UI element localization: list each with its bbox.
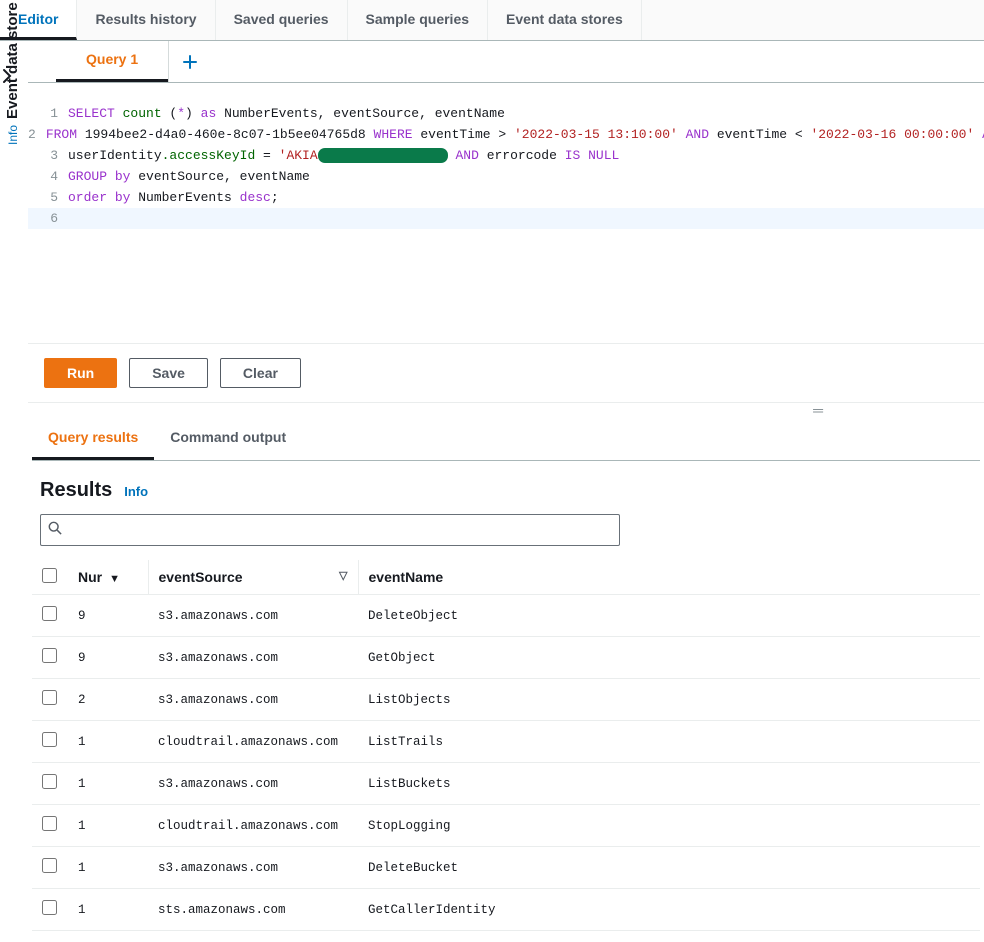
result-tab-bar: Query results Command output xyxy=(32,417,980,461)
cell-eventsource: s3.amazonaws.com xyxy=(148,679,358,721)
line-number: 2 xyxy=(28,124,46,145)
tab-sample-queries[interactable]: Sample queries xyxy=(348,0,489,40)
row-checkbox[interactable] xyxy=(42,732,57,747)
line-number: 4 xyxy=(28,166,68,187)
cell-eventsource: s3.amazonaws.com xyxy=(148,637,358,679)
row-checkbox[interactable] xyxy=(42,774,57,789)
code-line: 4GROUP by eventSource, eventName xyxy=(28,166,984,187)
row-checkbox[interactable] xyxy=(42,900,57,915)
clear-button[interactable]: Clear xyxy=(220,358,301,388)
panel-resize-handle[interactable]: ═ xyxy=(28,403,984,417)
cell-eventsource: s3.amazonaws.com xyxy=(148,763,358,805)
table-row: 1sts.amazonaws.comGetCallerIdentity xyxy=(32,889,980,931)
redacted-secret xyxy=(318,148,448,163)
cell-eventsource: sts.amazonaws.com xyxy=(148,889,358,931)
table-row: 1cloudtrail.amazonaws.comListTrails xyxy=(32,721,980,763)
table-row: 9s3.amazonaws.comDeleteObject xyxy=(32,595,980,637)
code-line: 2FROM 1994bee2-d4a0-460e-8c07-1b5ee04765… xyxy=(28,124,984,145)
code-line: 6 xyxy=(28,208,984,229)
results-heading: Results xyxy=(40,479,112,502)
column-header-eventname[interactable]: eventName xyxy=(358,560,980,595)
cell-number: 1 xyxy=(68,721,148,763)
line-number: 5 xyxy=(28,187,68,208)
column-header-eventsource[interactable]: eventSource ▽ xyxy=(148,560,358,595)
code-line: 5order by NumberEvents desc; xyxy=(28,187,984,208)
results-search-input[interactable] xyxy=(40,514,620,546)
side-info-link[interactable]: Info xyxy=(6,125,20,145)
column-header-nur[interactable]: Nur ▼ xyxy=(68,560,148,595)
line-number: 6 xyxy=(28,208,68,229)
cell-eventname: StopLogging xyxy=(358,805,980,847)
side-label-text: Event data store xyxy=(4,2,21,119)
column-label-eventsource: eventSource xyxy=(159,569,243,585)
tab-command-output[interactable]: Command output xyxy=(154,417,302,460)
tab-saved-queries[interactable]: Saved queries xyxy=(216,0,348,40)
plus-icon xyxy=(182,54,198,70)
row-checkbox[interactable] xyxy=(42,648,57,663)
tab-results-history[interactable]: Results history xyxy=(77,0,215,40)
cell-number: 1 xyxy=(68,763,148,805)
cell-eventname: ListObjects xyxy=(358,679,980,721)
query-tab-1[interactable]: Query 1 xyxy=(56,41,168,82)
sql-editor[interactable]: 1SELECT count (*) as NumberEvents, event… xyxy=(28,83,984,343)
table-row: 1cloudtrail.amazonaws.comStopLogging xyxy=(32,805,980,847)
code-line: 1SELECT count (*) as NumberEvents, event… xyxy=(28,103,984,124)
row-checkbox[interactable] xyxy=(42,606,57,621)
top-tab-bar: Editor Results history Saved queries Sam… xyxy=(0,0,984,41)
cell-number: 9 xyxy=(68,595,148,637)
row-checkbox[interactable] xyxy=(42,858,57,873)
table-row: 1s3.amazonaws.comListBuckets xyxy=(32,763,980,805)
line-number: 3 xyxy=(28,145,68,166)
line-number: 1 xyxy=(28,103,68,124)
add-query-tab-button[interactable] xyxy=(169,41,211,82)
filter-icon[interactable]: ▽ xyxy=(339,569,347,582)
query-tab-bar: Query 1 xyxy=(28,41,984,83)
save-button[interactable]: Save xyxy=(129,358,208,388)
table-row: 9s3.amazonaws.comGetObject xyxy=(32,637,980,679)
table-row: 2s3.amazonaws.comListObjects xyxy=(32,679,980,721)
cell-number: 9 xyxy=(68,637,148,679)
row-checkbox[interactable] xyxy=(42,816,57,831)
editor-actions: Run Save Clear xyxy=(28,343,984,402)
side-panel-label: Info Event data store xyxy=(4,2,21,145)
results-info-link[interactable]: Info xyxy=(124,484,148,499)
search-icon xyxy=(48,521,62,538)
column-label-nur: Nur xyxy=(78,569,102,585)
cell-eventname: GetCallerIdentity xyxy=(358,889,980,931)
sort-desc-icon: ▼ xyxy=(106,573,120,585)
cell-eventsource: s3.amazonaws.com xyxy=(148,595,358,637)
cell-eventname: ListBuckets xyxy=(358,763,980,805)
cell-eventname: DeleteObject xyxy=(358,595,980,637)
row-checkbox[interactable] xyxy=(42,690,57,705)
cell-number: 2 xyxy=(68,679,148,721)
cell-number: 1 xyxy=(68,847,148,889)
cell-number: 1 xyxy=(68,805,148,847)
results-search xyxy=(40,514,620,546)
run-button[interactable]: Run xyxy=(44,358,117,388)
tab-query-results[interactable]: Query results xyxy=(32,417,154,460)
cell-eventsource: cloudtrail.amazonaws.com xyxy=(148,721,358,763)
cell-eventsource: cloudtrail.amazonaws.com xyxy=(148,805,358,847)
cell-eventname: ListTrails xyxy=(358,721,980,763)
table-row: 1s3.amazonaws.comDeleteBucket xyxy=(32,847,980,889)
cell-eventsource: s3.amazonaws.com xyxy=(148,847,358,889)
column-label-eventname: eventName xyxy=(369,569,444,585)
code-line: 3userIdentity.accessKeyId = 'AKIA AND er… xyxy=(28,145,984,166)
tab-event-data-stores[interactable]: Event data stores xyxy=(488,0,642,40)
results-table: Nur ▼ eventSource ▽ eventName 9s3.amazon… xyxy=(32,560,980,931)
cell-number: 1 xyxy=(68,889,148,931)
cell-eventname: GetObject xyxy=(358,637,980,679)
select-all-checkbox[interactable] xyxy=(42,568,57,583)
cell-eventname: DeleteBucket xyxy=(358,847,980,889)
